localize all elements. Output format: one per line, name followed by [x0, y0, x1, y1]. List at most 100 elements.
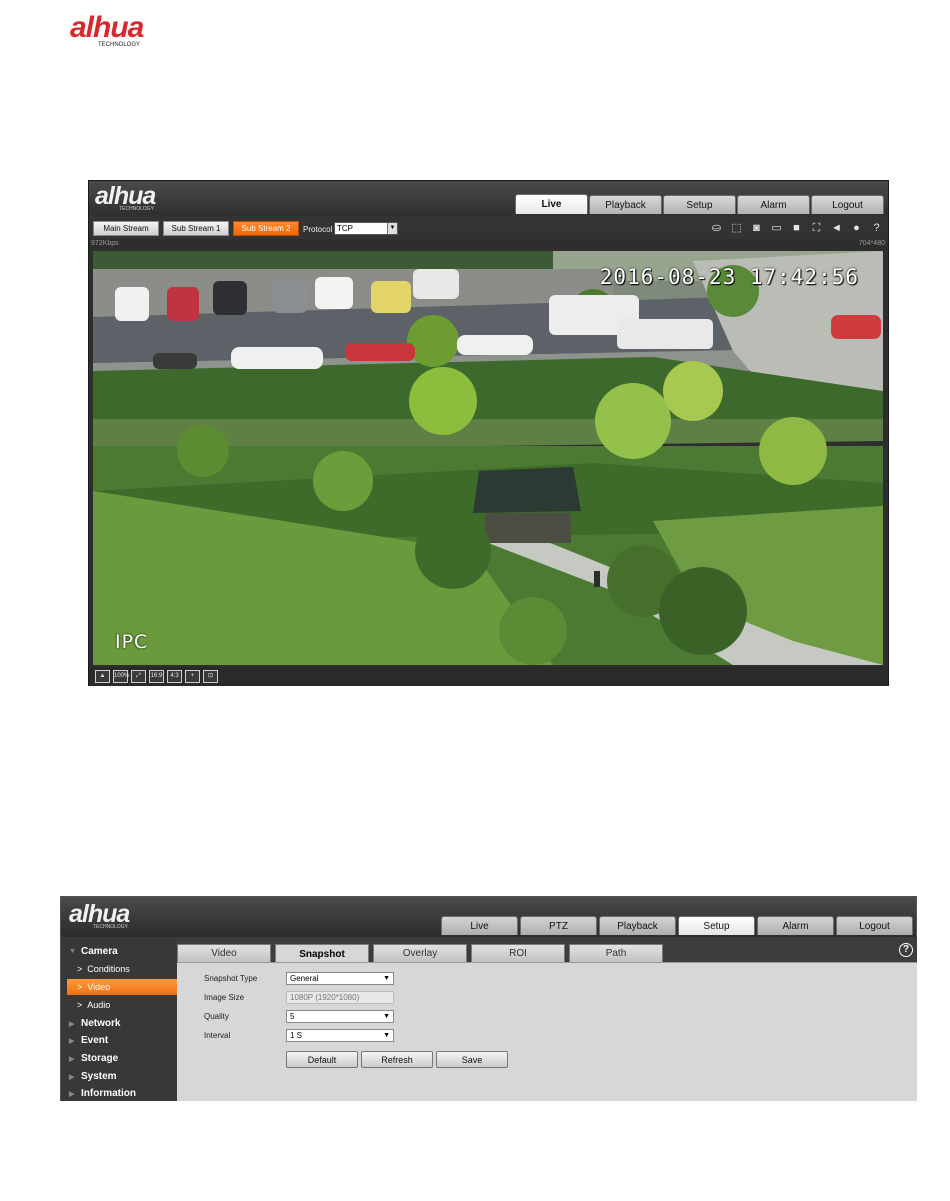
triangle-right-icon: ▶	[69, 1055, 75, 1063]
video-feed[interactable]: 2016-08-23 17:42:56 IPC	[93, 251, 883, 665]
snapshot-type-row: Snapshot Type General ▼	[204, 972, 604, 986]
image-size-row: Image Size 1080P (1920*1080)	[204, 991, 604, 1005]
snapshot-icon[interactable]: ◙	[749, 221, 764, 235]
subtab-roi[interactable]: ROI	[471, 944, 565, 962]
sidebar-item-conditions[interactable]: > Conditions	[67, 961, 177, 977]
interval-row: Interval 1 S ▼	[204, 1029, 604, 1043]
interval-value: 1 S	[290, 1031, 303, 1040]
fluency-icon[interactable]: +	[185, 670, 200, 683]
logo-subtitle: TECHNOLOGY	[98, 42, 141, 48]
snapshot-type-select[interactable]: General ▼	[286, 972, 394, 985]
tab-logout[interactable]: Logout	[836, 916, 913, 935]
sidebar-item-label: Video	[87, 982, 111, 992]
triple-snapshot-icon[interactable]: ▭	[769, 221, 784, 235]
logo-subtitle: TECHNOLOGY	[93, 924, 129, 930]
page-logo: alhua TECHNOLOGY	[70, 11, 180, 50]
bottom-toolbar: ▲ 100% ⤢ 16:9 4:3 + ⊡	[89, 667, 888, 686]
sidebar-item-network[interactable]: ▶ Network	[61, 1015, 177, 1032]
quality-label: Quality	[204, 1012, 229, 1021]
quality-value: 5	[290, 1012, 295, 1021]
main-stream-button[interactable]: Main Stream	[93, 221, 159, 236]
sidebar-item-label: Information	[81, 1088, 136, 1099]
sidebar-item-camera[interactable]: ▼ Camera	[61, 943, 177, 960]
sidebar-item-label: System	[81, 1071, 117, 1082]
tab-alarm[interactable]: Alarm	[737, 195, 810, 214]
snapshot-panel: Snapshot Type General ▼ Image Size 1080P…	[177, 962, 917, 1101]
image-size-label: Image Size	[204, 993, 245, 1002]
save-button[interactable]: Save	[436, 1051, 508, 1068]
setup-snapshot-screenshot: alhua TECHNOLOGY Live PTZ Playback Setup…	[60, 896, 917, 1101]
osd-timestamp: 2016-08-23 17:42:56	[599, 265, 859, 289]
ratio-4-3-icon[interactable]: 4:3	[167, 670, 182, 683]
sub-tabs: Video Snapshot Overlay ROI Path	[177, 944, 917, 963]
triangle-right-icon: ▶	[69, 1090, 75, 1098]
help-icon[interactable]: ?	[869, 221, 884, 235]
record-icon[interactable]: ■	[789, 221, 804, 235]
volume-icon[interactable]: ◄	[829, 221, 844, 235]
region-zoom-icon[interactable]: ⬚	[729, 221, 744, 235]
sub-stream-2-button[interactable]: Sub Stream 2	[233, 221, 299, 236]
live-view-screenshot: alhua TECHNOLOGY Live Playback Setup Ala…	[88, 180, 889, 686]
interval-select[interactable]: 1 S ▼	[286, 1029, 394, 1042]
chevron-right-icon: >	[77, 982, 83, 992]
tab-setup[interactable]: Setup	[678, 916, 755, 935]
triangle-right-icon: ▶	[69, 1073, 75, 1081]
sidebar-item-label: Conditions	[87, 964, 130, 974]
top-bar: alhua TECHNOLOGY Live PTZ Playback Setup…	[61, 897, 916, 937]
logo-wordmark: alhua	[70, 11, 144, 44]
bottom-tool-icons: ▲ 100% ⤢ 16:9 4:3 + ⊡	[95, 670, 218, 683]
triangle-right-icon: ▶	[69, 1037, 75, 1045]
fullscreen-icon[interactable]: ⛶	[809, 221, 824, 235]
image-size-field: 1080P (1920*1080)	[286, 991, 394, 1004]
video-frame-image	[93, 251, 883, 665]
subtab-snapshot[interactable]: Snapshot	[275, 944, 369, 963]
ratio-16-9-icon[interactable]: 16:9	[149, 670, 164, 683]
chevron-down-icon: ▼	[383, 1032, 390, 1039]
top-bar: alhua TECHNOLOGY Live Playback Setup Ala…	[89, 181, 888, 215]
tab-playback[interactable]: Playback	[599, 916, 676, 935]
sub-stream-1-button[interactable]: Sub Stream 1	[163, 221, 229, 236]
protocol-select[interactable]: TCP ▼	[334, 222, 398, 235]
sidebar-item-label: Event	[81, 1035, 109, 1046]
protocol-label: Protocol	[303, 225, 333, 234]
tab-live[interactable]: Live	[441, 916, 518, 935]
rule-icon[interactable]: ⊡	[203, 670, 218, 683]
app-logo: alhua TECHNOLOGY	[95, 184, 156, 213]
sidebar-item-event[interactable]: ▶ Event	[61, 1032, 177, 1049]
subtab-path[interactable]: Path	[569, 944, 663, 962]
setup-content: Video Snapshot Overlay ROI Path ? Snapsh…	[177, 937, 917, 1101]
resolution-readout: 704*480	[858, 240, 885, 247]
help-icon[interactable]: ?	[899, 943, 913, 957]
chevron-down-icon: ▼	[383, 1013, 390, 1020]
sidebar-item-audio[interactable]: > Audio	[67, 997, 177, 1013]
sidebar-item-system[interactable]: ▶ System	[61, 1068, 177, 1085]
interval-label: Interval	[204, 1031, 231, 1040]
chevron-down-icon: ▼	[383, 975, 390, 982]
chevron-down-icon: ▼	[387, 223, 397, 234]
user-icon[interactable]: ⛀	[709, 221, 724, 235]
image-adjust-icon[interactable]: ▲	[95, 670, 110, 683]
tab-live[interactable]: Live	[515, 194, 588, 214]
tab-playback[interactable]: Playback	[589, 195, 662, 214]
sidebar: ▼ Camera > Conditions > Video > Audio ▶ …	[61, 937, 177, 1101]
subtab-overlay[interactable]: Overlay	[373, 944, 467, 962]
fit-window-icon[interactable]: ⤢	[131, 670, 146, 683]
sidebar-item-video[interactable]: > Video	[67, 979, 177, 995]
tab-alarm[interactable]: Alarm	[757, 916, 834, 935]
bitrate-readout: 972Kbps	[91, 240, 119, 247]
chevron-right-icon: >	[77, 964, 83, 974]
microphone-icon[interactable]: ●	[849, 221, 864, 235]
default-button[interactable]: Default	[286, 1051, 358, 1068]
logo-subtitle: TECHNOLOGY	[119, 206, 155, 212]
subtab-video[interactable]: Video	[177, 944, 271, 962]
original-size-icon[interactable]: 100%	[113, 670, 129, 683]
sidebar-item-storage[interactable]: ▶ Storage	[61, 1050, 177, 1067]
sidebar-item-label: Audio	[87, 1000, 111, 1010]
quality-select[interactable]: 5 ▼	[286, 1010, 394, 1023]
tab-setup[interactable]: Setup	[663, 195, 736, 214]
main-tabs: Live Playback Setup Alarm Logout	[515, 194, 884, 214]
refresh-button[interactable]: Refresh	[361, 1051, 433, 1068]
tab-logout[interactable]: Logout	[811, 195, 884, 214]
tab-ptz[interactable]: PTZ	[520, 916, 597, 935]
sidebar-item-information[interactable]: ▶ Information	[61, 1085, 177, 1102]
